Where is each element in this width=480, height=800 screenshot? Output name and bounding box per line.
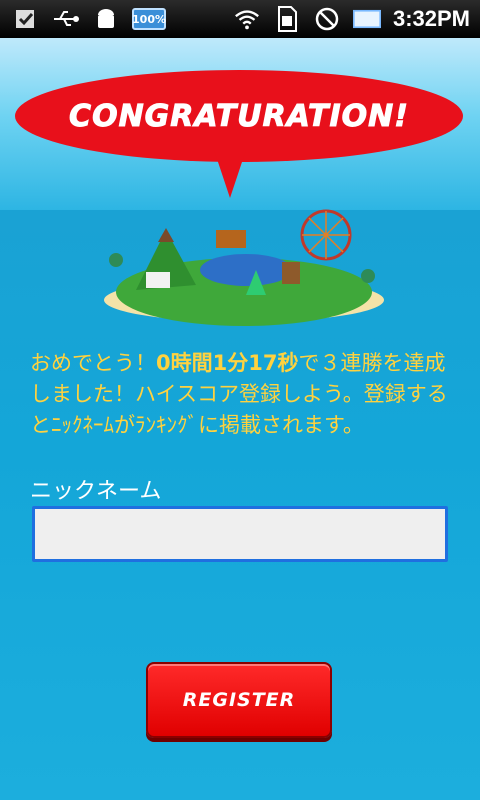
status-time: 3:32PM — [392, 6, 470, 31]
android-debug-icon — [92, 6, 120, 32]
blank-rectangle-icon — [352, 6, 381, 32]
wifi-icon — [233, 6, 261, 32]
banner-title: CONGRATURATION! — [69, 98, 409, 134]
clear-time: 0時間1分17秒 — [156, 351, 299, 375]
sim-icon — [273, 6, 301, 32]
message-part1: おめでとう！ — [30, 351, 156, 375]
island-illustration — [104, 209, 384, 326]
congratulation-message: おめでとう！0時間1分17秒で３連勝を達成しました！ハイスコア登録しよう。登録す… — [30, 348, 450, 441]
nickname-input[interactable] — [32, 506, 448, 562]
register-button-label: REGISTER — [182, 689, 296, 711]
status-bar: 100% 3:32PM — [0, 0, 480, 38]
no-signal-icon — [313, 6, 341, 32]
congratulation-bubble: CONGRATURATION! — [15, 70, 463, 162]
bubble-tail — [214, 150, 246, 198]
register-button[interactable]: REGISTER — [146, 662, 332, 738]
usb-icon — [52, 6, 80, 32]
battery-badge-icon: 100% — [132, 8, 166, 30]
nickname-label: ニックネーム — [30, 479, 162, 504]
download-check-icon — [12, 6, 40, 32]
